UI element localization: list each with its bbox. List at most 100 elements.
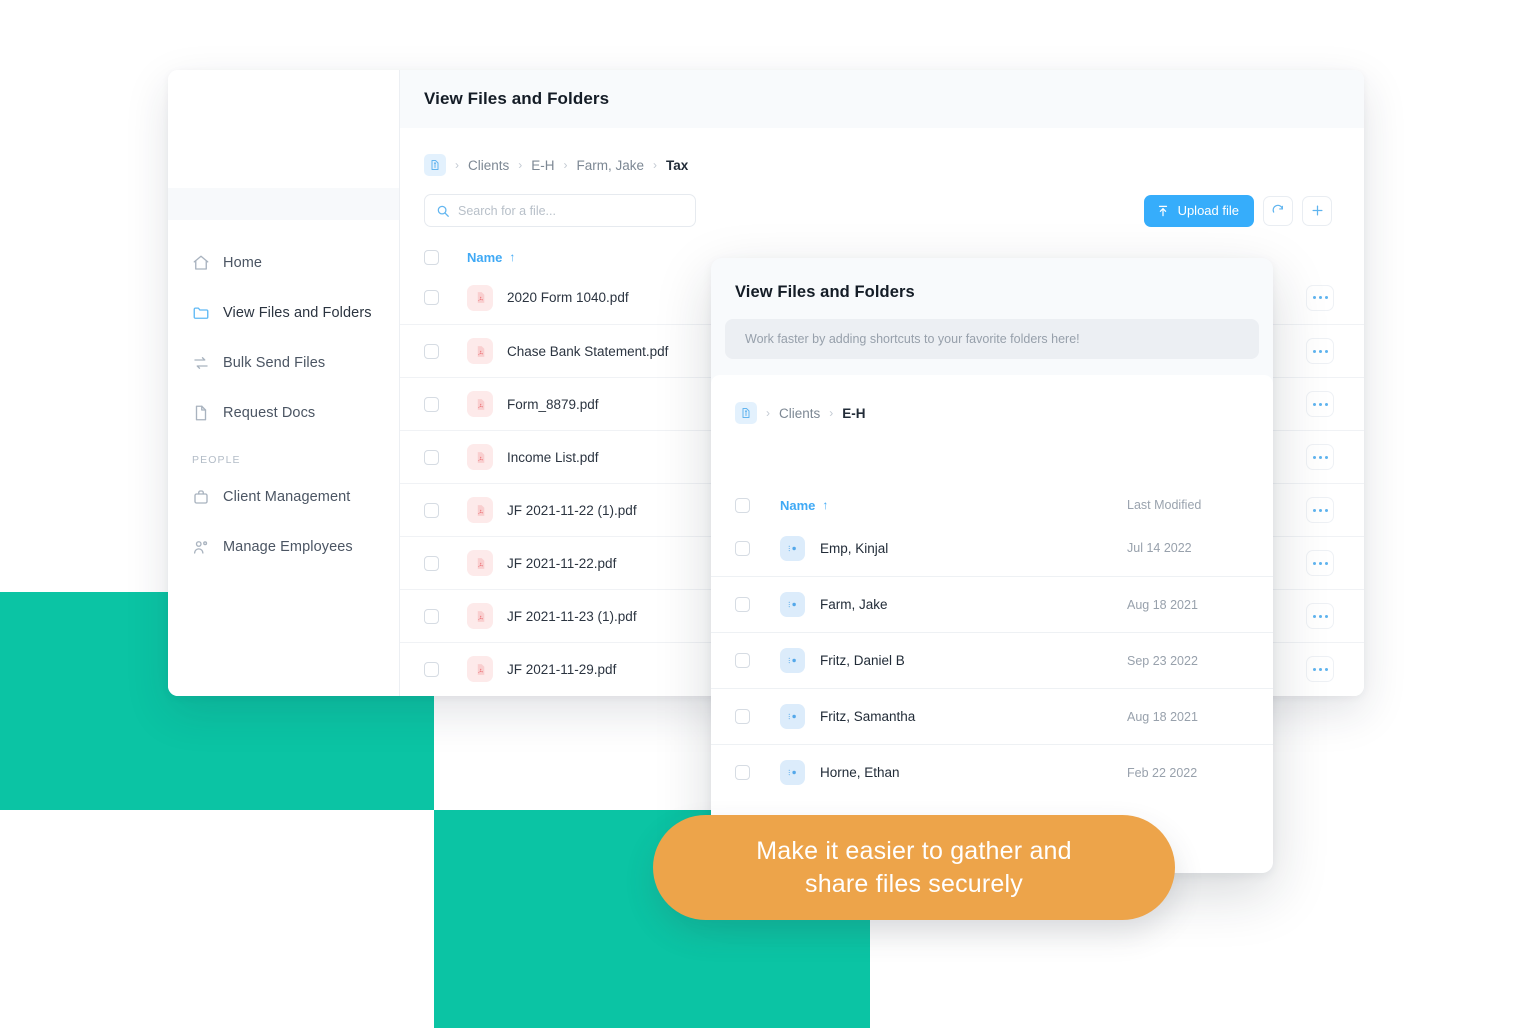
breadcrumb-item-tax[interactable]: Tax — [666, 158, 688, 173]
modal-breadcrumb: › Clients › E-H — [711, 375, 1273, 424]
modal-column-header-name-label: Name — [780, 497, 816, 513]
view-files-and-folders-modal: View Files and Folders Work faster by ad… — [711, 258, 1273, 873]
file-row-more-actions-button[interactable] — [1306, 497, 1334, 523]
modal-table-header: Name ↑ Last Modified — [711, 490, 1273, 520]
client-row-name: Horne, Ethan — [820, 765, 900, 780]
sidebar-item-manage-employees[interactable]: Manage Employees — [168, 522, 399, 572]
pdf-file-icon — [467, 550, 493, 576]
file-row-checkbox[interactable] — [424, 449, 439, 465]
folder-icon — [192, 304, 210, 322]
sidebar-section-people: PEOPLE — [192, 454, 241, 466]
client-row-checkbox[interactable] — [735, 540, 750, 556]
sidebar-item-home[interactable]: Home — [168, 238, 399, 288]
client-row-checkbox[interactable] — [735, 709, 750, 724]
page-root: Home View Files and Folders Bulk Send Fi… — [0, 0, 1534, 1028]
page-title: View Files and Folders — [424, 89, 610, 108]
people-icon — [192, 538, 210, 556]
pdf-file-icon — [467, 391, 493, 417]
modal-select-all-checkbox[interactable] — [735, 497, 750, 513]
file-row-name: 2020 Form 1040.pdf — [507, 290, 629, 305]
breadcrumb-separator: › — [563, 158, 568, 172]
client-folder-icon — [780, 648, 805, 673]
upload-file-button[interactable]: Upload file — [1143, 194, 1254, 227]
client-row-checkbox[interactable] — [735, 597, 750, 612]
search-box[interactable] — [424, 194, 696, 227]
breadcrumb-item-farm-jake[interactable]: Farm, Jake — [577, 158, 645, 173]
client-row-checkbox[interactable] — [735, 765, 750, 780]
file-row-name: Form_8879.pdf — [507, 396, 599, 412]
breadcrumb-item-clients[interactable]: Clients — [468, 158, 509, 173]
file-row-more-actions-button[interactable] — [1306, 656, 1334, 682]
sidebar-nav: Home View Files and Folders Bulk Send Fi… — [168, 220, 399, 572]
modal-breadcrumb-item-clients[interactable]: Clients — [779, 406, 820, 421]
refresh-button[interactable] — [1263, 195, 1293, 226]
file-row-more-actions-button[interactable] — [1306, 284, 1334, 311]
file-row-name: JF 2021-11-22.pdf — [507, 555, 617, 571]
modal-column-header-name[interactable]: Name ↑ — [780, 498, 828, 513]
sidebar-item-client-management[interactable]: Client Management — [168, 472, 399, 522]
sidebar-item-label: View Files and Folders — [223, 305, 372, 321]
modal-column-header-last-modified: Last Modified — [1127, 498, 1202, 512]
modal-breadcrumb-item-e-h[interactable]: E-H — [842, 406, 865, 421]
file-row-checkbox[interactable] — [424, 661, 439, 677]
breadcrumb-separator: › — [766, 406, 770, 420]
client-row-name: Fritz, Daniel B — [820, 653, 905, 668]
home-icon — [192, 254, 210, 272]
sidebar: Home View Files and Folders Bulk Send Fi… — [168, 70, 400, 696]
file-row-more-actions-button[interactable] — [1306, 550, 1334, 576]
select-all-checkbox[interactable] — [424, 249, 439, 265]
breadcrumb-item-e-h[interactable]: E-H — [531, 158, 554, 173]
client-row[interactable]: Fritz, Samantha Aug 18 2021 — [711, 688, 1273, 744]
callout-banner: Make it easier to gather and share files… — [653, 815, 1175, 920]
sidebar-item-bulk-send-files[interactable]: Bulk Send Files — [168, 338, 399, 388]
modal-title: View Files and Folders — [735, 283, 915, 301]
file-row-checkbox[interactable] — [424, 396, 439, 412]
breadcrumb-separator: › — [829, 406, 834, 420]
pdf-file-icon — [467, 338, 493, 364]
file-row-more-actions-button[interactable] — [1306, 338, 1334, 364]
file-row-checkbox[interactable] — [424, 555, 439, 571]
client-row-last-modified: Aug 18 2021 — [1127, 709, 1198, 724]
pdf-file-icon — [467, 284, 493, 311]
client-row[interactable]: Emp, Kinjal Jul 14 2022 — [711, 520, 1273, 576]
client-row[interactable]: Fritz, Daniel B Sep 23 2022 — [711, 632, 1273, 688]
file-row-more-actions-button[interactable] — [1306, 391, 1334, 417]
breadcrumb-separator: › — [518, 158, 523, 172]
sidebar-item-label: Bulk Send Files — [223, 355, 326, 371]
sidebar-item-request-docs[interactable]: Request Docs — [168, 388, 399, 438]
file-home-icon[interactable] — [424, 154, 446, 176]
client-row-checkbox[interactable] — [735, 653, 750, 668]
upload-icon — [1156, 204, 1170, 218]
toolbar: Upload file — [400, 176, 1364, 227]
breadcrumb-separator: › — [653, 158, 658, 172]
search-input[interactable] — [458, 203, 684, 218]
add-button[interactable] — [1302, 195, 1332, 226]
file-row-name: Income List.pdf — [507, 449, 599, 465]
pdf-file-icon — [467, 656, 493, 682]
file-row-checkbox[interactable] — [424, 608, 439, 624]
file-row-checkbox[interactable] — [424, 290, 439, 305]
sort-ascending-icon: ↑ — [822, 498, 829, 512]
sidebar-item-label: Home — [223, 255, 263, 271]
pdf-file-icon — [467, 497, 493, 523]
main-header: View Files and Folders — [400, 70, 1364, 128]
file-row-more-actions-button[interactable] — [1306, 603, 1334, 629]
client-row-list: Emp, Kinjal Jul 14 2022 Farm, Jake Aug 18 2… — [711, 520, 1273, 800]
client-row[interactable]: Farm, Jake Aug 18 2021 — [711, 576, 1273, 632]
callout-text: Make it easier to gather and share files… — [756, 836, 1072, 898]
client-folder-icon — [780, 535, 805, 561]
file-home-icon[interactable] — [735, 402, 757, 424]
client-row-last-modified: Sep 23 2022 — [1127, 653, 1198, 668]
file-row-more-actions-button[interactable] — [1306, 444, 1334, 470]
modal-shortcuts-hint[interactable]: Work faster by adding shortcuts to your … — [725, 319, 1259, 359]
client-row-last-modified: Aug 18 2021 — [1127, 597, 1198, 612]
pdf-file-icon — [467, 603, 493, 629]
client-row-last-modified: Jul 14 2022 — [1127, 541, 1192, 555]
sidebar-item-view-files-and-folders[interactable]: View Files and Folders — [168, 288, 399, 338]
client-row[interactable]: Horne, Ethan Feb 22 2022 — [711, 744, 1273, 800]
client-folder-icon — [780, 592, 805, 617]
column-header-name[interactable]: Name ↑ — [467, 250, 515, 265]
client-row-name: Farm, Jake — [820, 597, 888, 612]
file-row-checkbox[interactable] — [424, 343, 439, 359]
file-row-checkbox[interactable] — [424, 502, 439, 518]
